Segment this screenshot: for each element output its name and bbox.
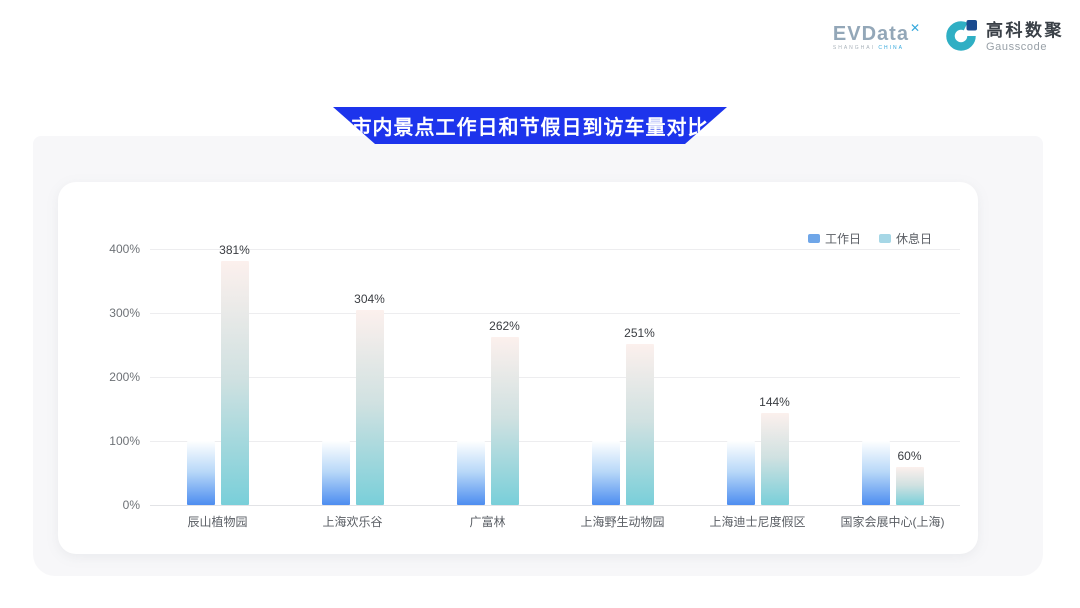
page-title: 市内景点工作日和节假日到访车量对比 — [352, 111, 709, 140]
bar-value-label: 304% — [354, 292, 385, 306]
gridline — [150, 441, 960, 442]
evdata-logo-subtext: SHANGHAI CHINA — [833, 46, 919, 51]
y-axis-tick: 0% — [62, 498, 140, 512]
bar-holiday[interactable] — [626, 344, 654, 505]
bar-workday[interactable] — [187, 441, 215, 505]
legend-swatch — [808, 234, 820, 243]
legend-item-休息日[interactable]: 休息日 — [879, 230, 932, 247]
gridline — [150, 505, 960, 506]
bar-value-label: 262% — [489, 319, 520, 333]
y-axis-tick: 200% — [62, 370, 140, 384]
legend-label: 休息日 — [896, 230, 932, 247]
x-axis-label: 国家会展中心(上海) — [841, 513, 945, 530]
bar-value-label: 144% — [759, 395, 790, 409]
bar-workday[interactable] — [457, 441, 485, 505]
bar-value-label: 381% — [219, 243, 250, 257]
bar-workday[interactable] — [322, 441, 350, 505]
bar-workday[interactable] — [592, 441, 620, 505]
evdata-logo: EVData✕ SHANGHAI CHINA — [833, 24, 929, 51]
x-axis-label: 上海迪士尼度假区 — [709, 513, 805, 530]
bar-holiday[interactable] — [761, 413, 789, 505]
evdata-x-icon: ✕ — [910, 21, 920, 35]
bar-holiday[interactable] — [356, 310, 384, 505]
gausscode-name-cn: 高科数聚 — [986, 22, 1064, 41]
gridline — [150, 377, 960, 378]
bar-value-label: 60% — [897, 449, 921, 463]
y-axis-tick: 300% — [62, 306, 140, 320]
bar-holiday[interactable] — [491, 337, 519, 505]
y-axis-tick: 100% — [62, 434, 140, 448]
bar-holiday[interactable] — [896, 467, 924, 505]
bar-holiday[interactable] — [221, 261, 249, 505]
gridline — [150, 313, 960, 314]
gridline — [150, 249, 960, 250]
legend-swatch — [879, 234, 891, 243]
x-axis-label: 广富林 — [469, 513, 505, 530]
x-axis-label: 上海野生动物园 — [580, 513, 664, 530]
x-axis-label: 辰山植物园 — [187, 513, 247, 530]
gausscode-icon — [945, 18, 979, 57]
legend-item-工作日[interactable]: 工作日 — [808, 230, 861, 247]
gausscode-name-en: Gausscode — [986, 41, 1064, 53]
bar-workday[interactable] — [727, 441, 755, 505]
header-logos: EVData✕ SHANGHAI CHINA 高科数聚 Gausscode — [833, 18, 1064, 57]
bar-value-label: 251% — [624, 326, 655, 340]
title-banner: 市内景点工作日和节假日到访车量对比 — [333, 107, 727, 144]
evdata-logo-text: EVData — [833, 23, 909, 45]
chart-panel: 工作日 休息日 0% 100% 200% 300% 400% 辰山植物园 381% 上海欢乐谷 3… — [33, 136, 1043, 576]
bar-workday[interactable] — [862, 441, 890, 505]
x-axis-label: 上海欢乐谷 — [322, 513, 382, 530]
gausscode-logo: 高科数聚 Gausscode — [945, 18, 1064, 57]
legend: 工作日 休息日 — [808, 230, 932, 247]
chart-card: 工作日 休息日 0% 100% 200% 300% 400% 辰山植物园 381% 上海欢乐谷 3… — [58, 182, 978, 554]
y-axis-tick: 400% — [62, 242, 140, 256]
legend-label: 工作日 — [825, 230, 861, 247]
